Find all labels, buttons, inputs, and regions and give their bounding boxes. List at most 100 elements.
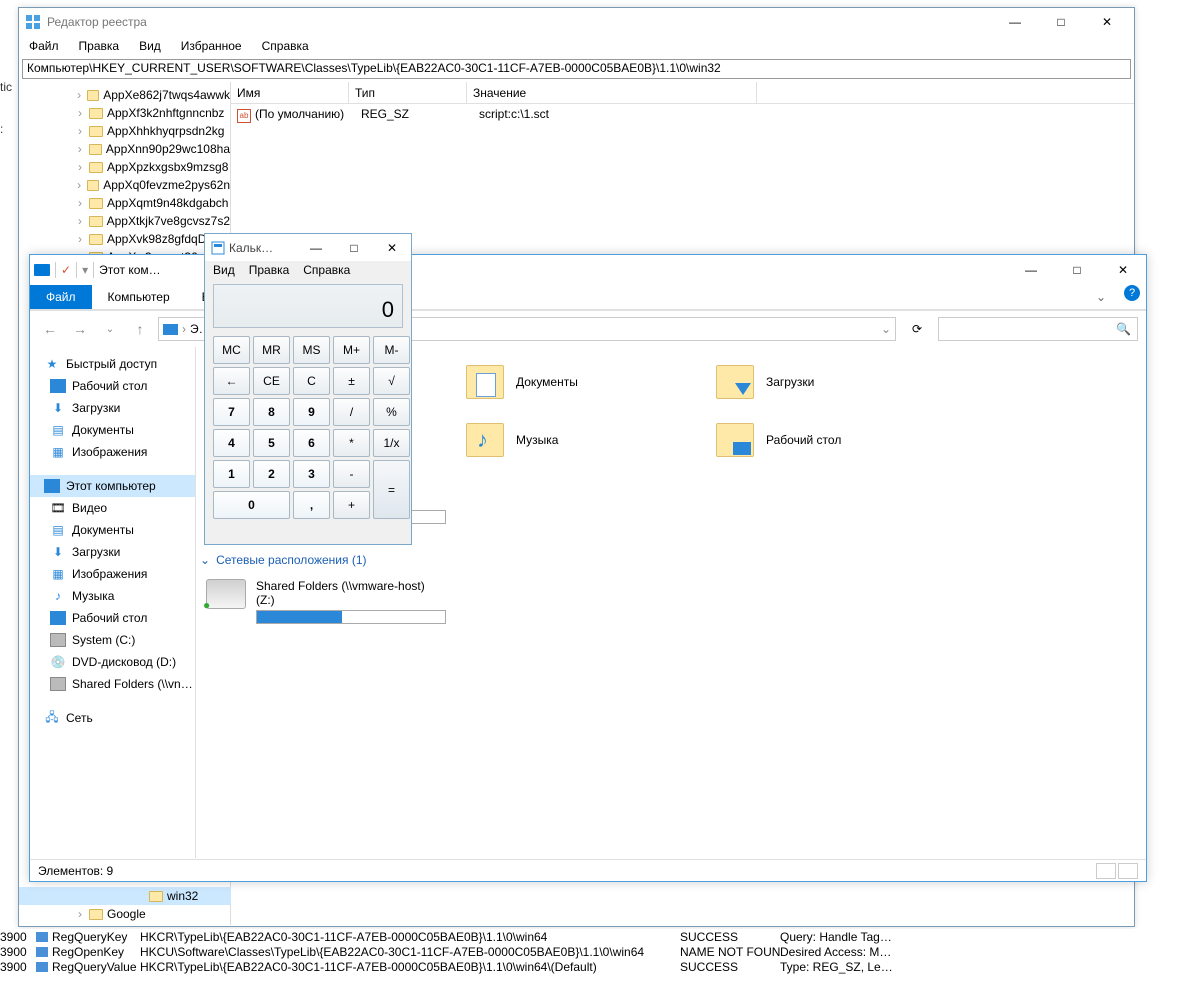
tree-shared[interactable]: Shared Folders (\\vn… — [30, 673, 195, 695]
calc-btn-sqrt[interactable]: √ — [373, 367, 410, 395]
tree-item[interactable]: ›AppXtkjk7ve8gcvsz7s2 — [19, 212, 230, 230]
up-button[interactable]: ↑ — [128, 317, 152, 341]
calc-btn-mr[interactable]: MR — [253, 336, 290, 364]
explorer-maximize-button[interactable]: □ — [1054, 259, 1100, 281]
calc-btn-2[interactable]: 2 — [253, 460, 290, 488]
explorer-close-button[interactable]: ✕ — [1100, 259, 1146, 281]
calc-btn-9[interactable]: 9 — [293, 398, 330, 426]
back-button[interactable]: ← — [38, 317, 62, 341]
calc-btn-mplus[interactable]: M+ — [333, 336, 370, 364]
tree-item[interactable]: ›AppXqmt9n48kdgabch — [19, 194, 230, 212]
calc-btn-multiply[interactable]: * — [333, 429, 370, 457]
calc-btn-ce[interactable]: CE — [253, 367, 290, 395]
forward-button[interactable]: → — [68, 317, 92, 341]
calc-menu-help[interactable]: Справка — [303, 263, 350, 277]
tree-videos[interactable]: 🎞Видео — [30, 497, 195, 519]
calc-btn-4[interactable]: 4 — [213, 429, 250, 457]
calc-btn-backspace[interactable]: ← — [213, 367, 250, 395]
folder-downloads[interactable]: Загрузки — [716, 365, 814, 399]
calc-btn-1[interactable]: 1 — [213, 460, 250, 488]
calc-btn-6[interactable]: 6 — [293, 429, 330, 457]
calc-btn-5[interactable]: 5 — [253, 429, 290, 457]
calc-btn-7[interactable]: 7 — [213, 398, 250, 426]
tree-documents[interactable]: ▤Документы — [30, 419, 195, 441]
calc-maximize-button[interactable]: □ — [335, 236, 373, 260]
tree-quick-access[interactable]: ★Быстрый доступ — [30, 353, 195, 375]
col-name[interactable]: Имя — [231, 82, 349, 103]
tree-item[interactable]: ›AppXpzkxgsbx9mzsg8 — [19, 158, 230, 176]
folder-music[interactable]: Музыка — [466, 423, 558, 457]
tree-item[interactable]: ›AppXe862j7twqs4awwk — [19, 86, 230, 104]
calc-btn-ms[interactable]: MS — [293, 336, 330, 364]
regedit-tree-bottom[interactable]: win32 ›Google — [19, 887, 231, 923]
tree-dvd[interactable]: 💿DVD-дисковод (D:) — [30, 651, 195, 673]
regedit-titlebar[interactable]: Редактор реестра — □ ✕ — [19, 8, 1134, 36]
calc-btn-subtract[interactable]: - — [333, 460, 370, 488]
regedit-address-bar[interactable]: Компьютер\HKEY_CURRENT_USER\SOFTWARE\Cla… — [22, 59, 1131, 79]
calc-btn-3[interactable]: 3 — [293, 460, 330, 488]
tree-item[interactable]: ›AppXnn90p29wc108ha — [19, 140, 230, 158]
refresh-button[interactable]: ⟳ — [902, 317, 932, 341]
calc-btn-add[interactable]: + — [333, 491, 370, 519]
tree-music[interactable]: ♪Музыка — [30, 585, 195, 607]
explorer-nav-tree[interactable]: ★Быстрый доступ Рабочий стол ⬇Загрузки ▤… — [30, 347, 196, 858]
calc-btn-mminus[interactable]: M- — [373, 336, 410, 364]
col-type[interactable]: Тип — [349, 82, 467, 103]
calc-btn-mc[interactable]: MC — [213, 336, 250, 364]
calc-btn-plusminus[interactable]: ± — [333, 367, 370, 395]
folder-documents[interactable]: Документы — [466, 365, 578, 399]
explorer-minimize-button[interactable]: — — [1008, 259, 1054, 281]
value-row[interactable]: ab(По умолчанию) REG_SZ script:c:\1.sct — [231, 104, 1134, 123]
address-dropdown-icon[interactable]: ⌄ — [881, 322, 891, 336]
calc-close-button[interactable]: ✕ — [373, 236, 411, 260]
calc-btn-percent[interactable]: % — [373, 398, 410, 426]
explorer-titlebar[interactable]: ✓ ▾ Этот ком… — □ ✕ — [30, 255, 1146, 285]
tree-item[interactable]: ›AppXf3k2nhftgnncnbz — [19, 104, 230, 122]
tree-network[interactable]: 🖧Сеть — [30, 707, 195, 729]
regedit-close-button[interactable]: ✕ — [1084, 11, 1130, 33]
tree-item[interactable]: ›AppXhhkhyqrpsdn2kg — [19, 122, 230, 140]
tree-system-c[interactable]: System (C:) — [30, 629, 195, 651]
tree-downloads[interactable]: ⬇Загрузки — [30, 397, 195, 419]
tree-desktop[interactable]: Рабочий стол — [30, 375, 195, 397]
view-details-button[interactable] — [1096, 863, 1116, 879]
regedit-menu-file[interactable]: Файл — [29, 39, 59, 53]
view-tiles-button[interactable] — [1118, 863, 1138, 879]
tab-computer[interactable]: Компьютер — [92, 285, 186, 309]
calc-minimize-button[interactable]: — — [297, 236, 335, 260]
tree-downloads2[interactable]: ⬇Загрузки — [30, 541, 195, 563]
regedit-maximize-button[interactable]: □ — [1038, 11, 1084, 33]
ribbon-expand-icon[interactable]: ⌄ — [1084, 285, 1118, 309]
history-dropdown[interactable]: ⌄ — [98, 317, 122, 341]
regedit-menu-edit[interactable]: Правка — [79, 39, 120, 53]
calc-btn-reciprocal[interactable]: 1/x — [373, 429, 410, 457]
tree-item[interactable]: ›AppXq0fevzme2pys62n — [19, 176, 230, 194]
qat-checkbox-icon[interactable]: ✓ — [61, 263, 71, 277]
procmon-row[interactable]: 3900 RegQueryValue HKCR\TypeLib\{EAB22AC… — [0, 959, 1203, 974]
help-icon[interactable]: ? — [1124, 285, 1140, 301]
tree-pictures[interactable]: ▦Изображения — [30, 441, 195, 463]
tree-documents2[interactable]: ▤Документы — [30, 519, 195, 541]
calc-btn-divide[interactable]: / — [333, 398, 370, 426]
regedit-menu-help[interactable]: Справка — [262, 39, 309, 53]
regedit-menu-fav[interactable]: Избранное — [181, 39, 242, 53]
section-network-locations[interactable]: ⌄Сетевые расположения (1) — [196, 553, 367, 567]
network-drive-z[interactable]: ● Shared Folders (\\vmware-host) (Z:) — [206, 579, 446, 624]
calc-menu-view[interactable]: Вид — [213, 263, 235, 277]
tab-file[interactable]: Файл — [30, 285, 92, 309]
search-input[interactable]: 🔍 — [938, 317, 1138, 341]
tree-desktop2[interactable]: Рабочий стол — [30, 607, 195, 629]
calc-titlebar[interactable]: Кальк… — □ ✕ — [205, 234, 411, 261]
calc-btn-decimal[interactable]: , — [293, 491, 330, 519]
tree-item[interactable]: ›AppXvk98z8gfdqD — [19, 230, 230, 248]
folder-desktop[interactable]: Рабочий стол — [716, 423, 841, 457]
calc-btn-0[interactable]: 0 — [213, 491, 290, 519]
calc-menu-edit[interactable]: Правка — [249, 263, 290, 277]
col-value[interactable]: Значение — [467, 82, 757, 103]
procmon-row[interactable]: 3900 RegOpenKey HKCU\Software\Classes\Ty… — [0, 944, 1203, 959]
procmon-row[interactable]: 3900 RegQueryKey HKCR\TypeLib\{EAB22AC0-… — [0, 929, 1203, 944]
tree-item-google[interactable]: ›Google — [19, 905, 231, 923]
regedit-minimize-button[interactable]: — — [992, 11, 1038, 33]
tree-pictures2[interactable]: ▦Изображения — [30, 563, 195, 585]
calc-btn-8[interactable]: 8 — [253, 398, 290, 426]
